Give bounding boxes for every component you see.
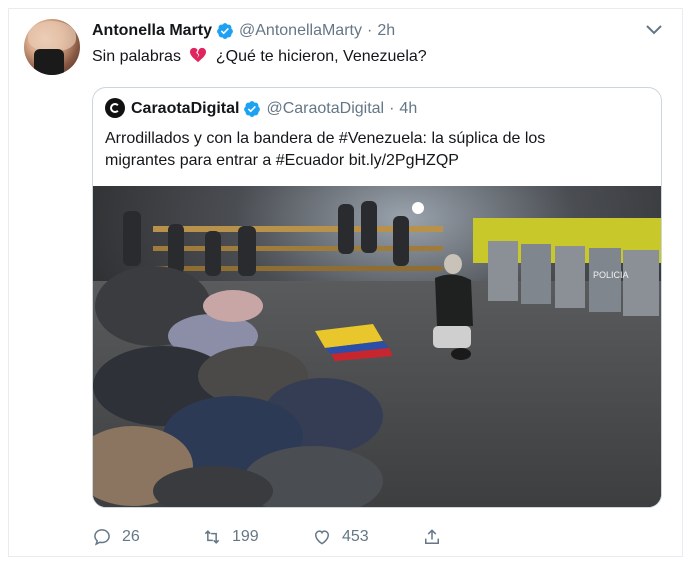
tweet-photo[interactable]: POLICIA: [93, 186, 661, 507]
tweet-text: Sin palabras ¿Qué te hicieron, Venezuela…: [92, 47, 427, 66]
tweet-timestamp[interactable]: 2h: [377, 22, 395, 40]
quoted-author-handle: @CaraotaDigital: [266, 100, 385, 117]
verified-badge-icon: [244, 101, 261, 117]
like-action[interactable]: 453: [312, 525, 369, 549]
heart-icon: [314, 530, 330, 545]
author-name[interactable]: Antonella Marty: [92, 22, 212, 40]
police-shield-label: POLICIA: [593, 270, 629, 280]
chevron-down-icon[interactable]: [644, 22, 664, 38]
author-handle[interactable]: @AntonellaMarty: [239, 22, 362, 40]
verified-badge-icon: [217, 23, 233, 39]
photo-scene: POLICIA: [93, 186, 661, 507]
reply-count: 26: [122, 528, 140, 545]
quoted-header: CaraotaDigital @CaraotaDigital · 4h: [131, 98, 417, 120]
share-icon: [425, 529, 439, 544]
tweet-header: Antonella Marty @AntonellaMarty · 2h: [92, 20, 395, 42]
quoted-text-line-1: Arrodillados y con la bandera de #Venezu…: [105, 130, 546, 147]
quoted-author-avatar: [105, 98, 125, 118]
like-count: 453: [342, 528, 369, 545]
quoted-separator-dot: ·: [389, 100, 395, 117]
separator-dot: ·: [366, 22, 373, 39]
tweet-text-start: Sin palabras: [92, 48, 181, 65]
share-action[interactable]: [422, 525, 452, 549]
quoted-text-line-2: migrantes para entrar a #Ecuador bit.ly/…: [105, 152, 459, 169]
author-avatar[interactable]: [24, 19, 80, 75]
tweet-text-end: ¿Qué te hicieron, Venezuela?: [215, 48, 427, 65]
retweet-count: 199: [232, 528, 259, 545]
retweet-action[interactable]: 199: [202, 525, 259, 549]
retweet-icon: [204, 530, 220, 544]
broken-heart-icon: [190, 47, 207, 63]
reply-action[interactable]: 26: [92, 525, 140, 549]
reply-icon: [94, 529, 110, 546]
quoted-tweet[interactable]: CaraotaDigital @CaraotaDigital · 4h Arro…: [92, 87, 662, 508]
divider: [8, 556, 683, 557]
quoted-author-name: CaraotaDigital: [131, 100, 240, 117]
quoted-timestamp: 4h: [399, 100, 418, 117]
quoted-text: Arrodillados y con la bandera de #Venezu…: [105, 128, 650, 172]
